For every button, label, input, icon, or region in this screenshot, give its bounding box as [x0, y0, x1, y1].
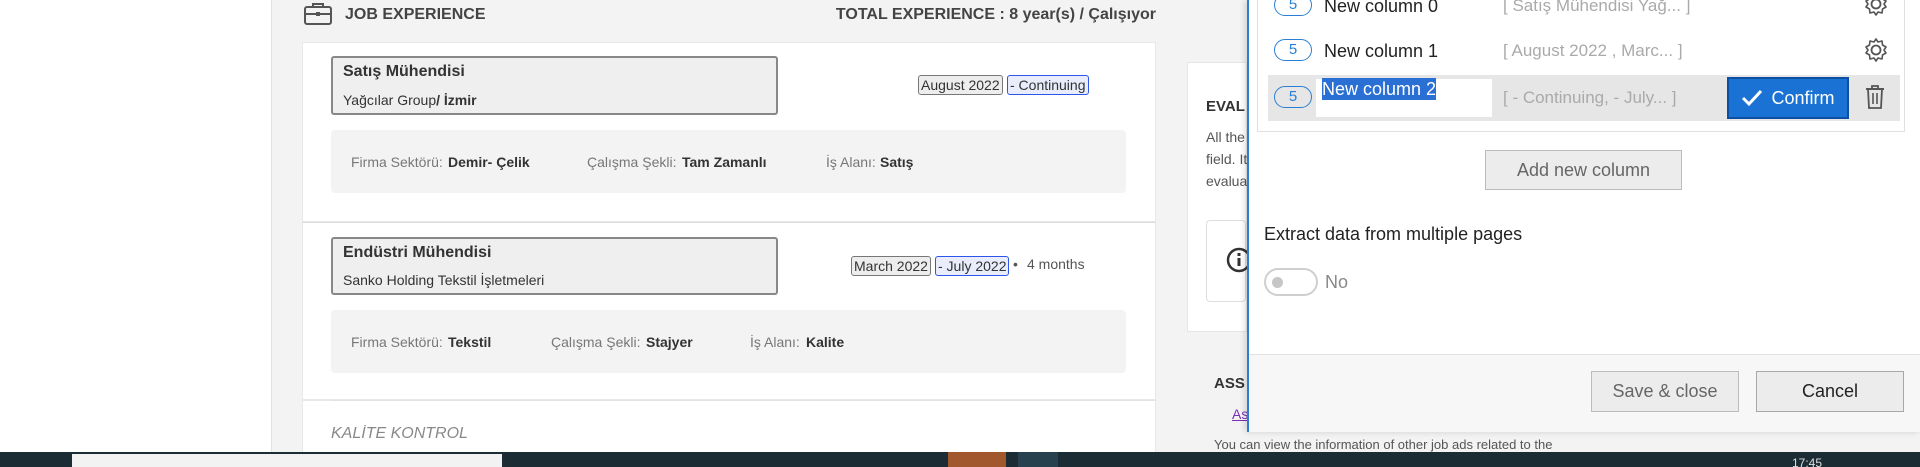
toggle-knob	[1272, 277, 1283, 288]
company-name: Yağcılar Group/ İzmir	[343, 92, 477, 108]
ads-info-text: You can view the information of other jo…	[1214, 437, 1553, 452]
confirm-button[interactable]: Confirm	[1727, 77, 1849, 119]
save-close-button[interactable]: Save & close	[1591, 371, 1739, 412]
eval-heading: EVAL	[1206, 98, 1245, 115]
column-name-input[interactable]: New column 2	[1316, 78, 1492, 117]
ass-link[interactable]: As	[1232, 406, 1248, 422]
cancel-button[interactable]: Cancel	[1756, 371, 1904, 412]
eval-text-line-3: evalua	[1206, 173, 1248, 189]
column-name[interactable]: New column 1	[1324, 41, 1438, 62]
divider	[331, 400, 1156, 401]
gear-icon[interactable]	[1863, 37, 1889, 63]
next-entry-title: KALİTE KONTROL	[331, 425, 468, 442]
start-date[interactable]: March 2022	[851, 256, 931, 276]
multi-page-title: Extract data from multiple pages	[1264, 224, 1523, 244]
section-title: JOB EXPERIENCE	[345, 6, 486, 23]
position-title: Satış Mühendisi	[343, 63, 465, 80]
area-value: Satış	[880, 154, 914, 170]
column-preview: [ August 2022 , Marc... ]	[1503, 41, 1683, 60]
work-type-label: Çalışma Şekli:	[587, 154, 677, 170]
briefcase-icon	[304, 3, 332, 25]
check-icon	[1742, 89, 1763, 107]
toggle-value: No	[1325, 272, 1349, 292]
sector-value: Demir- Çelik	[448, 154, 530, 170]
taskbar-app[interactable]	[948, 452, 1006, 467]
area-label: İş Alanı:	[750, 334, 800, 350]
end-date[interactable]: - Continuing	[1007, 75, 1089, 95]
add-column-button[interactable]: Add new column	[1485, 150, 1682, 190]
column-preview: [ - Continuing, - July... ]	[1503, 88, 1677, 107]
trash-icon[interactable]	[1864, 84, 1886, 110]
column-count-badge: 5	[1274, 0, 1312, 16]
column-name[interactable]: New column 0	[1324, 0, 1438, 17]
column-preview: [ Satış Mühendisi Yağ... ]	[1503, 0, 1691, 15]
taskbar-app[interactable]	[1018, 452, 1058, 467]
work-type-value: Tam Zamanlı	[682, 154, 767, 170]
sector-label: Firma Sektörü:	[351, 334, 443, 350]
selected-text: New column 2	[1322, 78, 1437, 100]
gear-icon[interactable]	[1863, 0, 1889, 17]
eval-text-line-1: All the	[1206, 129, 1245, 145]
sector-label: Firma Sektörü:	[351, 154, 443, 170]
position-title: Endüstri Mühendisi	[343, 244, 492, 261]
work-type-label: Çalışma Şekli:	[551, 334, 641, 350]
duration: 4 months	[1027, 256, 1085, 272]
column-count-badge: 5	[1274, 39, 1312, 61]
column-count-badge: 5	[1274, 86, 1312, 108]
area-value: Kalite	[806, 334, 845, 350]
start-date[interactable]: August 2022	[918, 75, 1003, 95]
company-name: Sanko Holding Tekstil İşletmeleri	[343, 272, 545, 288]
duration-separator: •	[1013, 256, 1018, 272]
sector-value: Tekstil	[448, 334, 492, 350]
ass-heading: ASS	[1214, 375, 1245, 392]
screen: JOB EXPERIENCE TOTAL EXPERIENCE : 8 year…	[0, 0, 1920, 467]
eval-text-line-2: field. It	[1206, 151, 1248, 167]
end-date[interactable]: - July 2022	[935, 256, 1010, 276]
taskbar-search[interactable]	[72, 454, 502, 467]
multi-page-toggle[interactable]	[1264, 268, 1318, 296]
area-label: İş Alanı:	[826, 154, 876, 170]
work-type-value: Stajyer	[646, 334, 693, 350]
total-experience: TOTAL EXPERIENCE : 8 year(s) / Çalışıyor	[835, 6, 1156, 23]
left-margin	[0, 0, 272, 452]
taskbar-clock: 17:45	[1792, 456, 1823, 467]
confirm-label: Confirm	[1771, 87, 1835, 108]
